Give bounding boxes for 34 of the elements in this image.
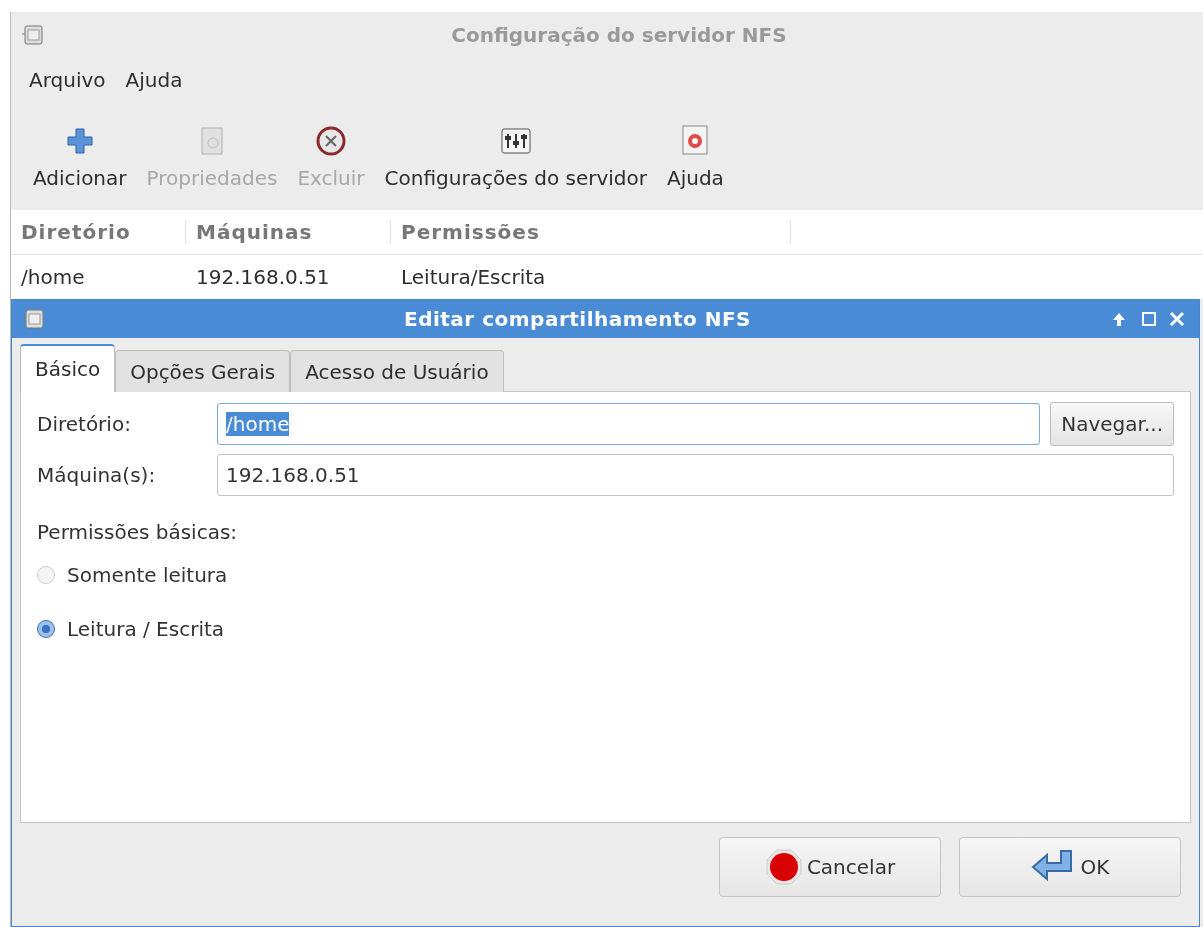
- column-header[interactable]: Máquinas: [186, 220, 391, 244]
- sliders-icon: [499, 126, 532, 156]
- browse-button[interactable]: Navegar...: [1050, 402, 1174, 446]
- radio-label[interactable]: Somente leitura: [67, 563, 228, 587]
- field-label: Máquina(s):: [37, 463, 157, 487]
- app-icon: [21, 23, 45, 47]
- help-icon: [681, 124, 710, 156]
- dialog-title: Editar compartilhamento NFS: [402, 307, 752, 331]
- toolbar-button[interactable]: Configurações do servidor: [374, 126, 657, 190]
- directory-field[interactable]: /home: [217, 403, 1041, 445]
- plus-icon: [64, 126, 95, 156]
- table-cell-text: /home: [20, 265, 86, 289]
- section-label: Permissões básicas:: [37, 520, 239, 544]
- hosts-field[interactable]: 192.168.0.51: [217, 454, 1174, 496]
- table-cell-text: Leitura/Escrita: [400, 265, 547, 289]
- delete-icon: [314, 126, 348, 156]
- menu-item[interactable]: Ajuda: [125, 68, 183, 92]
- radio-label[interactable]: Leitura / Escrita: [67, 617, 225, 641]
- radio-button[interactable]: [37, 620, 55, 638]
- tab[interactable]: Acesso de Usuário: [290, 350, 504, 392]
- tab[interactable]: Básico: [20, 344, 116, 392]
- stop-icon: [764, 848, 803, 886]
- tab[interactable]: Opções Gerais: [115, 350, 291, 392]
- ok-button[interactable]: OK: [959, 837, 1181, 897]
- column-header[interactable]: Diretório: [11, 220, 186, 244]
- menu-item[interactable]: Arquivo: [29, 68, 106, 92]
- field-label: Diretório:: [37, 412, 132, 436]
- toolbar-button[interactable]: Ajuda: [657, 124, 734, 190]
- cancel-button[interactable]: Cancelar: [719, 837, 941, 897]
- table-cell-text: 192.168.0.51: [195, 265, 331, 289]
- window-title: Configuração do servidor NFS: [450, 23, 788, 47]
- column-header[interactable]: Permissões: [391, 220, 791, 244]
- toolbar-button[interactable]: Adicionar: [23, 126, 137, 190]
- app-icon: [22, 307, 46, 331]
